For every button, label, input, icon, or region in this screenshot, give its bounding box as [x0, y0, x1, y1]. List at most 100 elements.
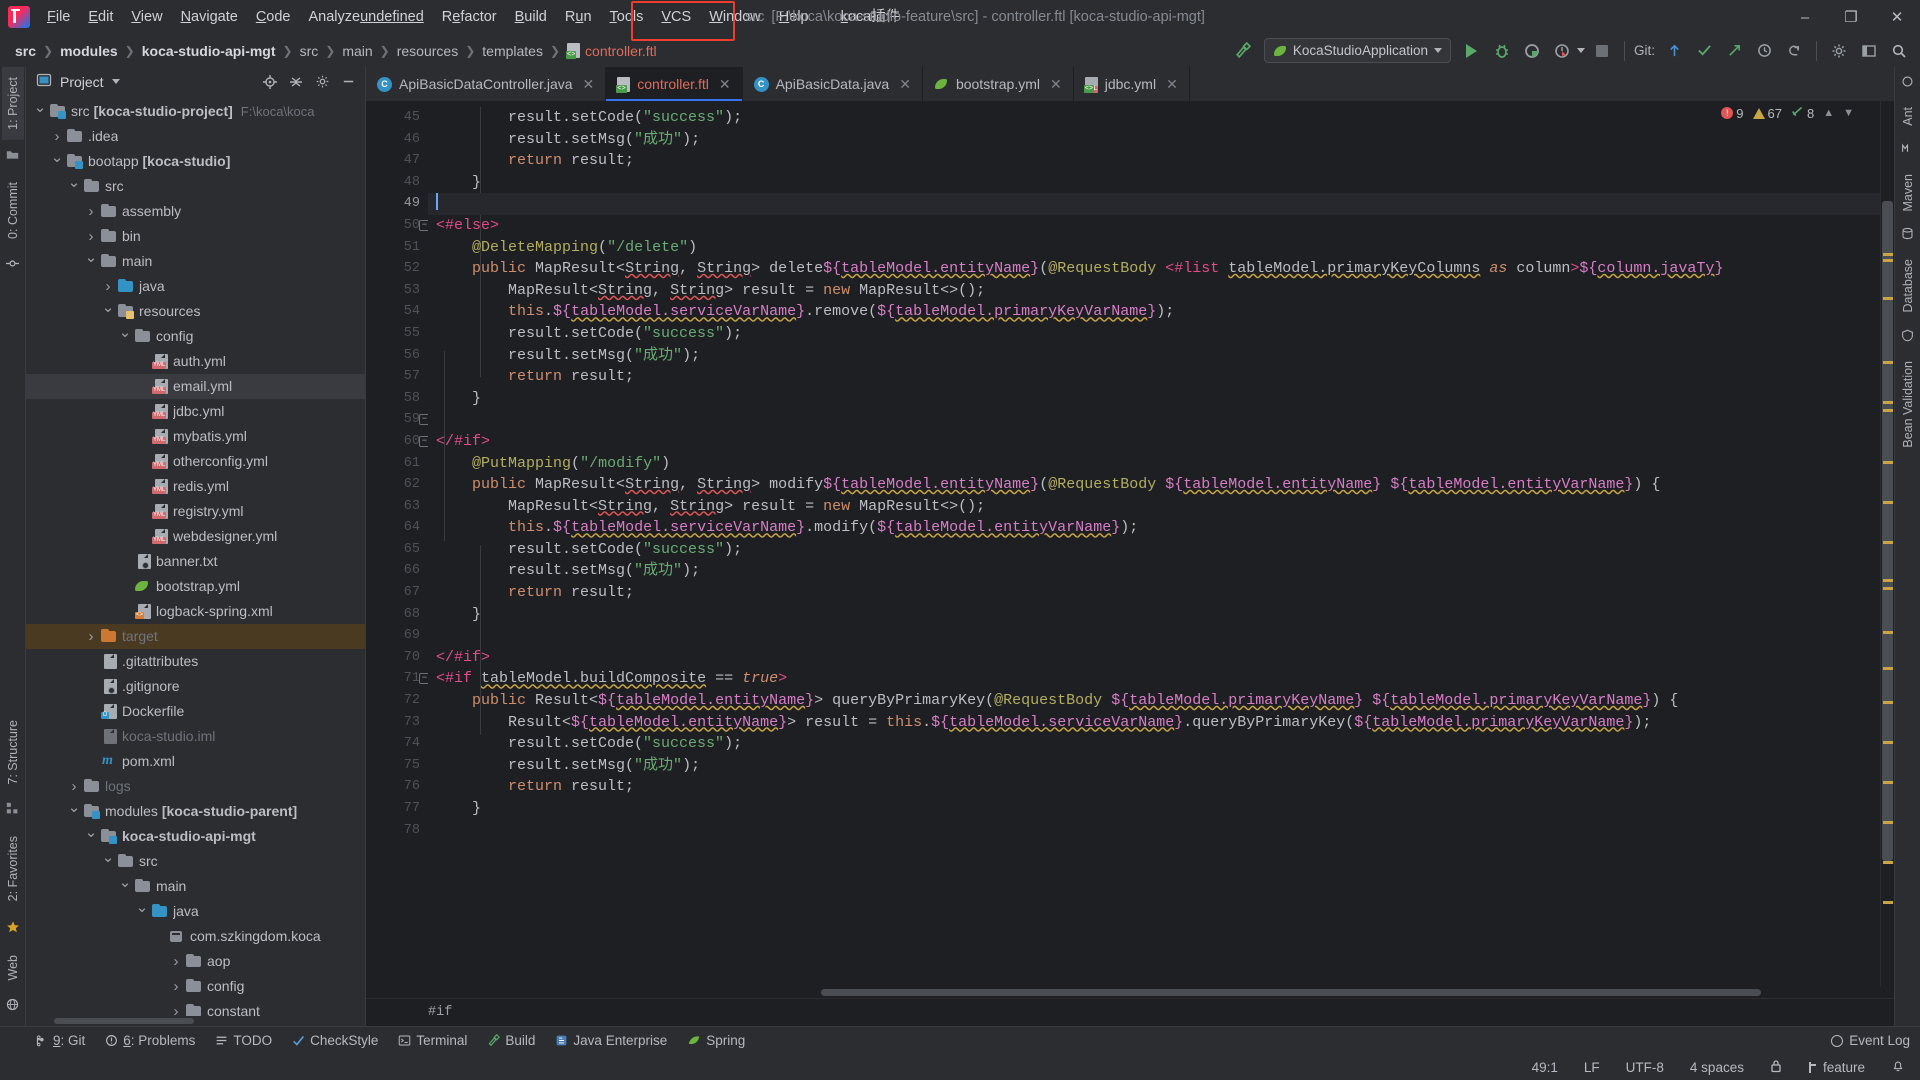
- tree-down-chevron-icon[interactable]: ⌄: [83, 825, 99, 844]
- tree-node-bootapp-koca-studio[interactable]: ⌄ bootapp [koca-studio]: [26, 149, 365, 174]
- code-line[interactable]: [428, 820, 1880, 842]
- code-line[interactable]: <#if tableModel.buildComposite == true>: [428, 668, 1880, 690]
- gutter-line-number[interactable]: 45: [366, 107, 428, 129]
- run-configuration-selector[interactable]: KocaStudioApplication: [1263, 38, 1451, 63]
- code-line[interactable]: result.setCode("success");: [428, 733, 1880, 755]
- tree-node-email.yml[interactable]: YML email.yml: [26, 373, 365, 399]
- tree-down-chevron-icon[interactable]: ⌄: [100, 300, 116, 319]
- breadcrumb-item-controller-ftl[interactable]: controller.ftl: [562, 41, 662, 61]
- breadcrumb-item-src[interactable]: src: [295, 41, 324, 61]
- code-line[interactable]: </#if>: [428, 431, 1880, 453]
- gutter-line-number[interactable]: 66: [366, 560, 428, 582]
- tree-node-resources[interactable]: ⌄ resources: [26, 299, 365, 324]
- menu-item-view[interactable]: View: [122, 4, 171, 30]
- gutter-line-number[interactable]: 77: [366, 798, 428, 820]
- menu-item-build[interactable]: Build: [506, 4, 556, 30]
- code-line[interactable]: </#if>: [428, 647, 1880, 669]
- code-line[interactable]: public Result<${tableModel.entityName}> …: [428, 690, 1880, 712]
- code-line[interactable]: result.setMsg("成功");: [428, 755, 1880, 777]
- tool-window-spring[interactable]: Spring: [678, 1030, 754, 1051]
- tree-down-chevron-icon[interactable]: ⌄: [66, 800, 82, 819]
- tree-node-constant[interactable]: › constant: [26, 999, 365, 1017]
- gutter-line-number[interactable]: 48: [366, 172, 428, 194]
- code-line[interactable]: this.${tableModel.serviceVarName}.modify…: [428, 517, 1880, 539]
- tree-down-chevron-icon[interactable]: ⌄: [100, 850, 116, 869]
- code-line[interactable]: }: [428, 388, 1880, 410]
- minimize-button[interactable]: –: [1782, 0, 1828, 34]
- tree-node-main[interactable]: ⌄ main: [26, 249, 365, 274]
- tree-down-chevron-icon[interactable]: ⌄: [134, 900, 150, 919]
- editor-tab-apibasicdatacontroller-java[interactable]: C ApiBasicDataController.java ✕: [366, 67, 607, 101]
- gutter-line-number[interactable]: 56: [366, 345, 428, 367]
- code-line[interactable]: this.${tableModel.serviceVarName}.remove…: [428, 301, 1880, 323]
- code-line[interactable]: }: [428, 172, 1880, 194]
- code-line[interactable]: @DeleteMapping("/delete"): [428, 237, 1880, 259]
- run-with-coverage-button[interactable]: [1519, 38, 1545, 64]
- tree-right-chevron-icon[interactable]: ›: [168, 978, 184, 995]
- tree-node-logs[interactable]: › logs: [26, 774, 365, 799]
- gutter-line-number[interactable]: 65: [366, 539, 428, 561]
- gutter-line-number[interactable]: 74: [366, 733, 428, 755]
- tree-down-chevron-icon[interactable]: ⌄: [117, 325, 133, 344]
- code-line[interactable]: result.setCode("success");: [428, 323, 1880, 345]
- indent-setting[interactable]: 4 spaces: [1685, 1058, 1749, 1077]
- tree-node-auth.yml[interactable]: YML auth.yml: [26, 349, 365, 374]
- code-line[interactable]: [428, 625, 1880, 647]
- tree-node-java[interactable]: › java: [26, 274, 365, 299]
- tree-node-bootstrap.yml[interactable]: bootstrap.yml: [26, 574, 365, 599]
- git-commit-icon[interactable]: [1691, 38, 1717, 64]
- close-button[interactable]: ✕: [1874, 0, 1920, 34]
- tree-down-chevron-icon[interactable]: ⌄: [49, 150, 65, 169]
- gutter-line-number[interactable]: 46: [366, 129, 428, 151]
- gutter-line-number[interactable]: 47: [366, 150, 428, 172]
- breadcrumb-item-modules[interactable]: modules: [55, 41, 123, 61]
- menu-item-code[interactable]: Code: [247, 4, 300, 30]
- gutter-line-number[interactable]: 63: [366, 496, 428, 518]
- gutter-line-number[interactable]: 49: [366, 193, 428, 215]
- tree-node-mybatis.yml[interactable]: YML mybatis.yml: [26, 424, 365, 449]
- gutter-line-number[interactable]: 73: [366, 712, 428, 734]
- editor-marker-bar[interactable]: [1880, 101, 1894, 986]
- gutter-line-number[interactable]: 50−: [366, 215, 430, 237]
- caret-position[interactable]: 49:1: [1527, 1058, 1563, 1077]
- menu-item-vcs[interactable]: VCS: [652, 4, 700, 30]
- tree-right-chevron-icon[interactable]: ›: [168, 1003, 184, 1016]
- code-line[interactable]: result.setCode("success");: [428, 539, 1880, 561]
- code-line[interactable]: public MapResult<String, String> modify$…: [428, 474, 1880, 496]
- editor-tab-bootstrap-yml[interactable]: bootstrap.yml ✕: [922, 67, 1074, 101]
- code-line[interactable]: @PutMapping("/modify"): [428, 453, 1880, 475]
- gutter-line-number[interactable]: 62: [366, 474, 428, 496]
- gutter-line-number[interactable]: 76: [366, 776, 428, 798]
- gutter-line-number[interactable]: 78: [366, 820, 428, 842]
- close-tab-icon[interactable]: ✕: [719, 76, 731, 93]
- code-line[interactable]: return result;: [428, 150, 1880, 172]
- tool-window-todo[interactable]: TODO: [206, 1030, 281, 1051]
- menu-item-run[interactable]: Run: [556, 4, 601, 30]
- hide-panel-icon[interactable]: [337, 71, 359, 93]
- editor-vertical-scrollbar-thumb[interactable]: [1882, 201, 1893, 861]
- code-line[interactable]: return result;: [428, 776, 1880, 798]
- code-line[interactable]: return result;: [428, 582, 1880, 604]
- tree-node-webdesigner.yml[interactable]: YML webdesigner.yml: [26, 524, 365, 549]
- editor-tab-apibasicdata-java[interactable]: C ApiBasicData.java ✕: [742, 67, 923, 101]
- tree-node-aop[interactable]: › aop: [26, 949, 365, 974]
- project-panel-hscrollbar[interactable]: [26, 1016, 365, 1026]
- gutter-line-number[interactable]: 52: [366, 258, 428, 280]
- collapse-all-icon[interactable]: [285, 71, 307, 93]
- sidebar-tab-favorites[interactable]: 2: Favorites: [2, 826, 24, 911]
- profiler-button[interactable]: [1549, 38, 1575, 64]
- gutter-line-number[interactable]: 70: [366, 647, 428, 669]
- editor-horizontal-scrollbar[interactable]: [366, 986, 1894, 998]
- line-separator[interactable]: LF: [1579, 1058, 1605, 1077]
- gutter-line-number[interactable]: 75: [366, 755, 428, 777]
- undo-icon[interactable]: [1781, 38, 1807, 64]
- gutter-line-number[interactable]: 69: [366, 625, 428, 647]
- code-line[interactable]: public MapResult<String, String> delete$…: [428, 258, 1880, 280]
- breadcrumb-item-koca-studio-api-mgt[interactable]: koca-studio-api-mgt: [137, 41, 281, 61]
- tree-node-.gitattributes[interactable]: .gitattributes: [26, 649, 365, 674]
- code-line[interactable]: MapResult<String, String> result = new M…: [428, 496, 1880, 518]
- code-line[interactable]: [428, 193, 1880, 215]
- lock-icon[interactable]: [1765, 1057, 1787, 1078]
- code-line[interactable]: Result<${tableModel.entityName}> result …: [428, 712, 1880, 734]
- project-settings-icon[interactable]: [311, 71, 333, 93]
